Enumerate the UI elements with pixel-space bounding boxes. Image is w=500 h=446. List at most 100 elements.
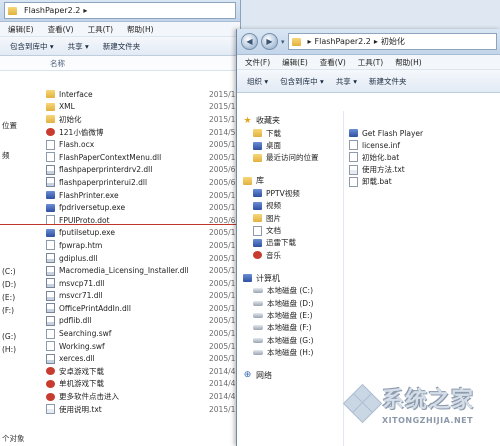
nav-fragment[interactable]: (C:): [2, 267, 16, 276]
nav-drive-h[interactable]: 本地磁盘 (H:): [237, 346, 343, 358]
file-row[interactable]: fpwrap.htm 2005/1: [46, 239, 240, 252]
nav-item-music[interactable]: 音乐: [237, 249, 343, 261]
file-row[interactable]: 使用说明.txt 2015/1: [46, 403, 240, 416]
back-path-box[interactable]: FlashPaper2.2 ▸: [4, 2, 236, 19]
file-date: 2005/6: [209, 165, 236, 175]
file-row[interactable]: Searching.swf 2005/1: [46, 327, 240, 340]
file-row[interactable]: 更多软件点击进入 2014/4: [46, 390, 240, 403]
back-arrow-icon[interactable]: ◀: [241, 33, 258, 50]
file-row[interactable]: pdflib.dll 2005/1: [46, 315, 240, 328]
nav-item-videos[interactable]: 视频: [237, 200, 343, 212]
file-row[interactable]: Flash.ocx 2005/1: [46, 138, 240, 151]
file-row[interactable]: 使用方法.txt: [349, 164, 499, 176]
file-row[interactable]: msvcr71.dll 2005/1: [46, 290, 240, 303]
path-segment-init[interactable]: 初始化: [381, 36, 405, 47]
file-row[interactable]: gdiplus.dll 2005/1: [46, 252, 240, 265]
folder-icon: [8, 6, 17, 15]
file-date: 2015/1: [209, 89, 236, 99]
forward-arrow-icon[interactable]: ▶: [261, 33, 278, 50]
nav-fragment[interactable]: (G:): [2, 332, 16, 341]
nav-fragment[interactable]: (H:): [2, 345, 16, 354]
file-icon: [46, 152, 55, 163]
file-row[interactable]: FlashPaperContextMenu.dll 2005/1: [46, 151, 240, 164]
file-date: 2005/1: [209, 291, 236, 301]
nav-fragment[interactable]: (D:): [2, 280, 16, 289]
file-row[interactable]: flashpaperprinterdrv2.dll 2005/6: [46, 164, 240, 177]
nav-drive-c[interactable]: 本地磁盘 (C:): [237, 285, 343, 297]
red-icon: [46, 379, 55, 388]
file-row[interactable]: license.inf: [349, 139, 499, 151]
nav-drive-f[interactable]: 本地磁盘 (F:): [237, 322, 343, 334]
file-icon: [46, 240, 55, 251]
nav-drive-d[interactable]: 本地磁盘 (D:): [237, 297, 343, 309]
new-folder-button[interactable]: 新建文件夹: [103, 41, 141, 52]
file-row[interactable]: 121小偷微博 2014/5: [46, 126, 240, 139]
nav-fragment[interactable]: (F:): [2, 306, 14, 315]
file-row[interactable]: flashpaperprinterui2.dll 2005/6: [46, 176, 240, 189]
nav-fragment[interactable]: 频: [2, 150, 10, 161]
file-name: fputilsetup.exe: [59, 228, 115, 238]
file-row[interactable]: 卸载.bat: [349, 176, 499, 188]
file-row[interactable]: fpdriversetup.exe 2005/1: [46, 201, 240, 214]
nav-computer[interactable]: 计算机: [237, 272, 343, 285]
file-row[interactable]: Working.swf 2005/1: [46, 340, 240, 353]
nav-library[interactable]: 库: [237, 174, 343, 187]
file-row[interactable]: Macromedia_Licensing_Installer.dll 2005/1: [46, 264, 240, 277]
file-name: 使用方法.txt: [362, 165, 405, 175]
column-name[interactable]: 名称: [50, 58, 65, 69]
file-name: FlashPrinter.exe: [59, 190, 119, 200]
drive-icon: [253, 350, 263, 356]
new-folder-button[interactable]: 新建文件夹: [369, 76, 407, 87]
nav-drive-e[interactable]: 本地磁盘 (E:): [237, 309, 343, 321]
path-segment-flashpaper[interactable]: FlashPaper2.2: [315, 37, 371, 46]
file-row[interactable]: fputilsetup.exe 2005/1: [46, 227, 240, 240]
exe-icon: [46, 191, 55, 200]
front-path-box[interactable]: ▸ FlashPaper2.2 ▸ 初始化: [287, 33, 497, 50]
recent-pages-icon[interactable]: ▾: [281, 38, 285, 46]
menu-edit[interactable]: 编辑(E): [282, 57, 308, 68]
file-row[interactable]: 单机游戏下载 2014/4: [46, 378, 240, 391]
menu-help[interactable]: 帮助(H): [127, 24, 154, 35]
share-button[interactable]: 共享 ▾: [336, 76, 357, 87]
menu-tools[interactable]: 工具(T): [358, 57, 383, 68]
nav-item-thunder[interactable]: 迅雷下载: [237, 237, 343, 249]
include-library-button[interactable]: 包含到库中 ▾: [280, 76, 324, 87]
menu-view[interactable]: 查看(V): [48, 24, 74, 35]
file-row[interactable]: msvcp71.dll 2005/1: [46, 277, 240, 290]
dll-icon: [46, 315, 55, 326]
file-row[interactable]: 初始化 2015/1: [46, 113, 240, 126]
file-row[interactable]: Interface 2015/1: [46, 88, 240, 101]
nav-item-documents[interactable]: 文档: [237, 224, 343, 236]
file-icon: [46, 328, 55, 339]
menu-tools[interactable]: 工具(T): [88, 24, 113, 35]
nav-drive-g[interactable]: 本地磁盘 (G:): [237, 334, 343, 346]
nav-item-pictures[interactable]: 图片: [237, 212, 343, 224]
nav-network[interactable]: ⊕ 网络: [237, 369, 343, 382]
menu-help[interactable]: 帮助(H): [395, 57, 422, 68]
nav-item-pptv[interactable]: PPTV视频: [237, 187, 343, 199]
nav-item-recent[interactable]: 最近访问的位置: [237, 152, 343, 164]
downloads-icon: [253, 129, 262, 138]
nav-favorites[interactable]: ★ 收藏夹: [237, 114, 343, 127]
menu-edit[interactable]: 编辑(E): [8, 24, 34, 35]
menu-file[interactable]: 文件(F): [245, 57, 270, 68]
file-row[interactable]: xerces.dll 2005/1: [46, 352, 240, 365]
file-row[interactable]: 安卓游戏下载 2014/4: [46, 365, 240, 378]
organize-button[interactable]: 组织 ▾: [247, 76, 268, 87]
nav-item-downloads[interactable]: 下载: [237, 127, 343, 139]
file-row[interactable]: FlashPrinter.exe 2005/1: [46, 189, 240, 202]
nav-item-desktop[interactable]: 桌面: [237, 139, 343, 151]
nav-fragment[interactable]: (E:): [2, 293, 15, 302]
drive-icon: [253, 288, 263, 294]
file-icon: [349, 176, 358, 187]
video-library-icon: [253, 201, 262, 210]
share-button[interactable]: 共享 ▾: [68, 41, 89, 52]
file-row[interactable]: Get Flash Player: [349, 127, 499, 139]
file-date: 2014/4: [209, 366, 236, 376]
menu-view[interactable]: 查看(V): [320, 57, 346, 68]
include-library-button[interactable]: 包含到库中 ▾: [10, 41, 54, 52]
file-row[interactable]: OfficePrintAddIn.dll 2005/1: [46, 302, 240, 315]
file-row[interactable]: 初始化.bat: [349, 151, 499, 163]
nav-fragment[interactable]: 位置: [2, 120, 17, 131]
file-row[interactable]: XML 2015/1: [46, 101, 240, 114]
